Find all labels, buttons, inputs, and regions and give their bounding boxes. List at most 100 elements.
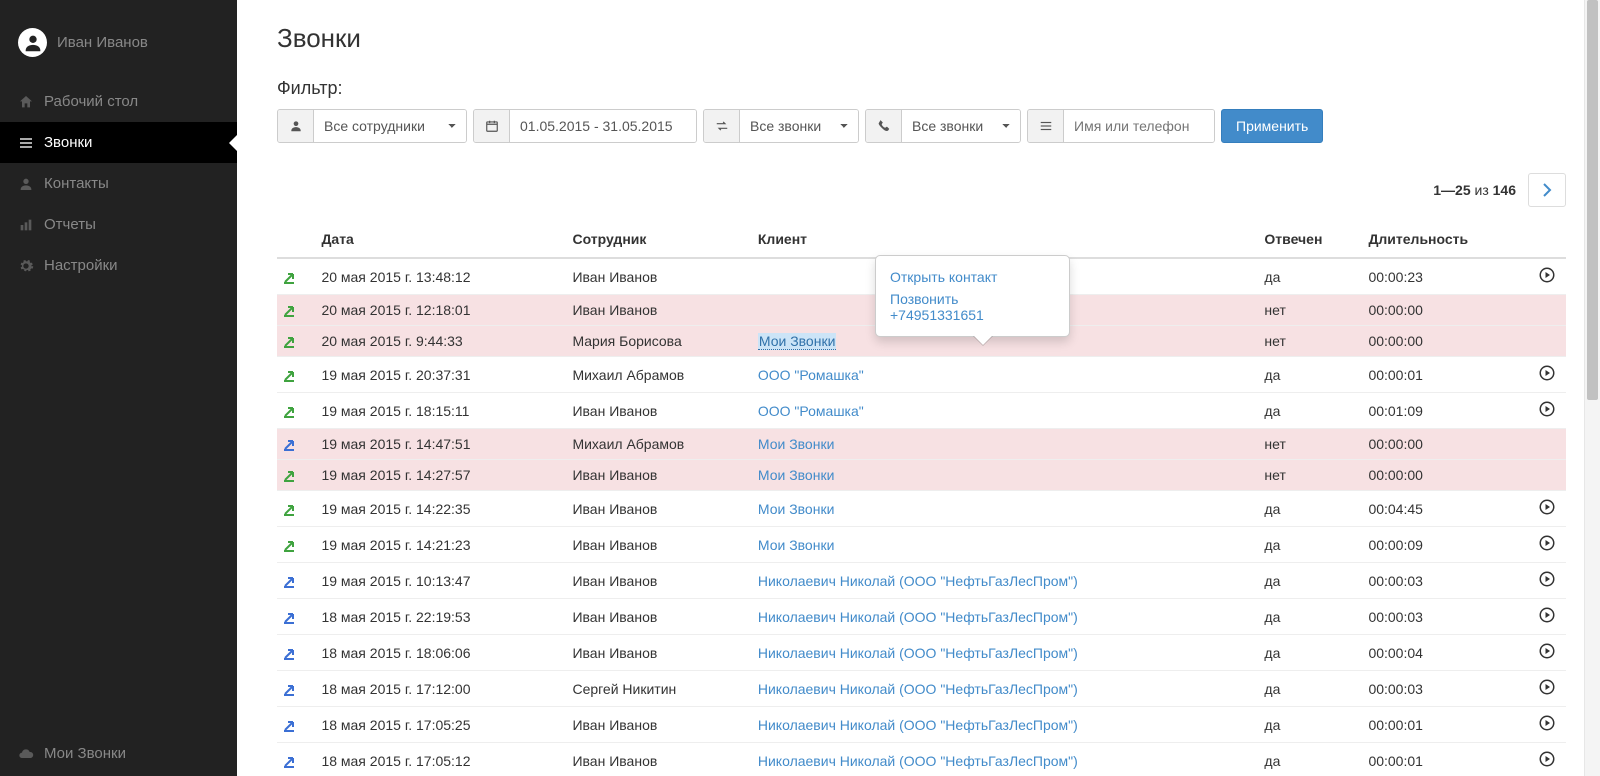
- cell-date: 20 мая 2015 г. 9:44:33: [315, 326, 566, 357]
- cell-date: 20 мая 2015 г. 12:18:01: [315, 295, 566, 326]
- play-button[interactable]: [1538, 400, 1556, 418]
- cell-answered: да: [1258, 599, 1362, 635]
- nav-label: Рабочий стол: [44, 93, 138, 110]
- call-direction-icon: [283, 436, 309, 452]
- cell-duration: 00:00:00: [1362, 460, 1532, 491]
- type-select[interactable]: Все звонки: [902, 110, 1020, 142]
- cell-date: 18 мая 2015 г. 18:06:06: [315, 635, 566, 671]
- cell-answered: да: [1258, 671, 1362, 707]
- nav-item-person[interactable]: Контакты: [0, 163, 237, 204]
- nav-item-gear[interactable]: Настройки: [0, 245, 237, 286]
- client-link[interactable]: Николаевич Николай (ООО "НефтьГазЛесПром…: [758, 753, 1078, 769]
- cell-employee: Иван Иванов: [566, 258, 751, 295]
- cell-client: Мои Звонки: [752, 527, 1259, 563]
- play-button[interactable]: [1538, 364, 1556, 382]
- cell-answered: нет: [1258, 460, 1362, 491]
- play-button[interactable]: [1538, 606, 1556, 624]
- popover-open-contact[interactable]: Открыть контакт: [890, 266, 1055, 288]
- cell-duration: 00:00:23: [1362, 258, 1532, 295]
- employee-select[interactable]: Все сотрудники: [314, 110, 466, 142]
- client-link[interactable]: Мои Звонки: [758, 537, 835, 553]
- filter-type: Все звонки: [865, 109, 1021, 143]
- cell-employee: Михаил Абрамов: [566, 357, 751, 393]
- table-row: 19 мая 2015 г. 14:27:57Иван ИвановМои Зв…: [277, 460, 1566, 491]
- sidebar-footer[interactable]: Мои Звонки: [0, 731, 237, 776]
- popover-call-number[interactable]: Позвонить +74951331651: [890, 288, 1055, 326]
- cell-date: 19 мая 2015 г. 14:47:51: [315, 429, 566, 460]
- nav-item-stats[interactable]: Отчеты: [0, 204, 237, 245]
- table-row: 18 мая 2015 г. 17:12:00Сергей НикитинНик…: [277, 671, 1566, 707]
- cell-date: 19 мая 2015 г. 10:13:47: [315, 563, 566, 599]
- direction-select[interactable]: Все звонки: [740, 110, 858, 142]
- phone-icon: [866, 110, 902, 142]
- client-link[interactable]: Мои Звонки: [758, 436, 835, 452]
- footer-label: Мои Звонки: [44, 745, 126, 762]
- call-direction-icon: [283, 537, 309, 553]
- table-header-row: Дата Сотрудник Клиент Отвечен Длительнос…: [277, 223, 1566, 258]
- cell-employee: Иван Иванов: [566, 707, 751, 743]
- pager-next-button[interactable]: [1528, 173, 1566, 207]
- user-name: Иван Иванов: [57, 34, 148, 51]
- client-link[interactable]: Мои Звонки: [758, 501, 835, 517]
- cell-duration: 00:04:45: [1362, 491, 1532, 527]
- call-direction-icon: [283, 367, 309, 383]
- scrollbar[interactable]: [1584, 0, 1600, 776]
- play-button[interactable]: [1538, 498, 1556, 516]
- transfer-icon: [704, 110, 740, 142]
- search-input[interactable]: [1064, 110, 1214, 142]
- pager-text: 1—25 из 146: [1433, 182, 1516, 198]
- filter-bar: Все сотрудники Все звонки Все звонки: [277, 109, 1566, 143]
- scrollbar-thumb[interactable]: [1587, 0, 1598, 400]
- play-button[interactable]: [1538, 570, 1556, 588]
- cell-employee: Иван Иванов: [566, 743, 751, 776]
- client-link[interactable]: Николаевич Николай (ООО "НефтьГазЛесПром…: [758, 573, 1078, 589]
- user-block[interactable]: Иван Иванов: [0, 0, 237, 81]
- client-link[interactable]: Николаевич Николай (ООО "НефтьГазЛесПром…: [758, 681, 1078, 697]
- cell-employee: Мария Борисова: [566, 326, 751, 357]
- col-date: Дата: [315, 223, 566, 258]
- cell-duration: 00:00:03: [1362, 563, 1532, 599]
- cell-date: 18 мая 2015 г. 17:05:25: [315, 707, 566, 743]
- nav-item-home[interactable]: Рабочий стол: [0, 81, 237, 122]
- filter-employee: Все сотрудники: [277, 109, 467, 143]
- table-row: 19 мая 2015 г. 14:21:23Иван ИвановМои Зв…: [277, 527, 1566, 563]
- play-button[interactable]: [1538, 750, 1556, 768]
- play-button[interactable]: [1538, 642, 1556, 660]
- client-link[interactable]: Мои Звонки: [758, 333, 837, 350]
- client-link[interactable]: ООО "Ромашка": [758, 403, 864, 419]
- nav-item-list[interactable]: Звонки: [0, 122, 237, 163]
- cell-employee: Иван Иванов: [566, 563, 751, 599]
- page-title: Звонки: [277, 23, 1566, 54]
- client-link[interactable]: Николаевич Николай (ООО "НефтьГазЛесПром…: [758, 609, 1078, 625]
- call-direction-icon: [283, 333, 309, 349]
- play-button[interactable]: [1538, 534, 1556, 552]
- cell-answered: нет: [1258, 326, 1362, 357]
- play-button[interactable]: [1538, 678, 1556, 696]
- cell-date: 19 мая 2015 г. 14:27:57: [315, 460, 566, 491]
- cell-answered: да: [1258, 527, 1362, 563]
- client-link[interactable]: Николаевич Николай (ООО "НефтьГазЛесПром…: [758, 645, 1078, 661]
- table-row: 19 мая 2015 г. 14:47:51Михаил АбрамовМои…: [277, 429, 1566, 460]
- cell-employee: Иван Иванов: [566, 295, 751, 326]
- cell-answered: да: [1258, 707, 1362, 743]
- client-link[interactable]: Мои Звонки: [758, 467, 835, 483]
- pager: 1—25 из 146: [277, 173, 1566, 207]
- client-link[interactable]: Николаевич Николай (ООО "НефтьГазЛесПром…: [758, 717, 1078, 733]
- nav: Рабочий стол ЗвонкиКонтактыОтчетыНастройк…: [0, 81, 237, 286]
- col-duration: Длительность: [1362, 223, 1532, 258]
- play-button[interactable]: [1538, 266, 1556, 284]
- cell-answered: нет: [1258, 295, 1362, 326]
- apply-button[interactable]: Применить: [1221, 109, 1323, 143]
- cell-answered: нет: [1258, 429, 1362, 460]
- cell-answered: да: [1258, 743, 1362, 776]
- client-link[interactable]: ООО "Ромашка": [758, 367, 864, 383]
- cell-date: 19 мая 2015 г. 20:37:31: [315, 357, 566, 393]
- cell-date: 18 мая 2015 г. 22:19:53: [315, 599, 566, 635]
- call-direction-icon: [283, 681, 309, 697]
- cell-client: Мои Звонки: [752, 429, 1259, 460]
- cell-answered: да: [1258, 393, 1362, 429]
- cell-client: Николаевич Николай (ООО "НефтьГазЛесПром…: [752, 635, 1259, 671]
- date-range-input[interactable]: [510, 110, 696, 142]
- cell-duration: 00:00:00: [1362, 326, 1532, 357]
- play-button[interactable]: [1538, 714, 1556, 732]
